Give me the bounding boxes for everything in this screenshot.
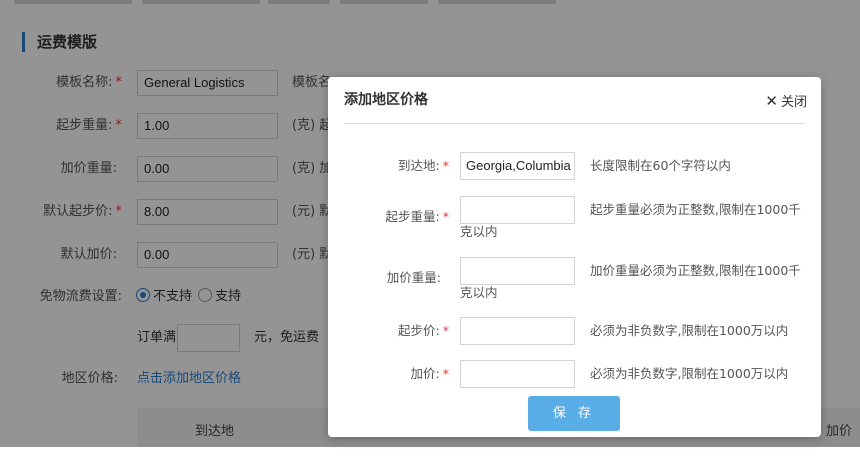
add-region-price-dialog: 添加地区价格 ✕ 关闭 到达地: * Georgia,Columbia 长度限制在6… <box>328 77 821 437</box>
close-button[interactable]: ✕ 关闭 <box>765 90 807 114</box>
save-button[interactable]: 保 存 <box>528 396 620 431</box>
add-weight-hint-wrap: 克以内 <box>460 285 498 300</box>
add-weight-dialog-label: 加价重量: <box>386 270 441 285</box>
destination-input[interactable]: Georgia,Columbia <box>460 152 575 180</box>
start-price-hint: 必须为非负数字,限制在1000万以内 <box>590 323 789 338</box>
start-weight-hint-wrap: 克以内 <box>460 224 498 239</box>
dialog-divider <box>344 123 805 124</box>
add-weight-hint: 加价重量必须为正整数,限制在1000千 <box>590 263 801 278</box>
close-icon[interactable]: ✕ <box>765 92 778 110</box>
add-weight-dialog-input[interactable] <box>460 257 575 285</box>
start-price-dialog-input[interactable] <box>460 317 575 345</box>
add-price-dialog-input[interactable] <box>460 360 575 388</box>
add-price-hint: 必须为非负数字,限制在1000万以内 <box>590 366 789 381</box>
start-weight-dialog-label: 起步重量: * <box>385 209 449 224</box>
add-price-dialog-label: 加价: * <box>410 366 449 381</box>
destination-hint: 长度限制在60个字符以内 <box>590 158 731 173</box>
start-weight-hint: 起步重量必须为正整数,限制在1000千 <box>590 202 801 217</box>
start-weight-dialog-input[interactable] <box>460 196 575 224</box>
dialog-title: 添加地区价格 <box>344 92 428 108</box>
destination-label: 到达地: * <box>398 158 449 173</box>
start-price-dialog-label: 起步价: * <box>398 323 449 338</box>
